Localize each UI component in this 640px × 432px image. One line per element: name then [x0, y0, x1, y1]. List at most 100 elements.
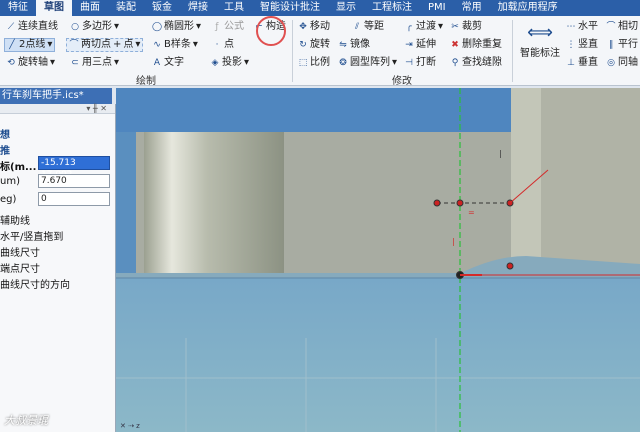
- perpendicular-button[interactable]: ⊥ 垂直: [566, 56, 598, 70]
- part-column-side: [541, 88, 640, 278]
- find-gap-button[interactable]: ⚲ 查找缝隙: [450, 56, 502, 70]
- three-point-button[interactable]: ⊂ 用三点 ▾: [70, 56, 119, 70]
- dimension-mark: =: [468, 208, 475, 217]
- formula-button[interactable]: ƒ 公式: [212, 20, 244, 34]
- tab-addins[interactable]: 加载应用程序: [490, 0, 566, 16]
- scissors-icon: ✂: [451, 22, 459, 32]
- document-tab[interactable]: 行车刹车把手.ics*: [0, 88, 112, 104]
- panel-pin-icons[interactable]: ▾ ╫ ✕: [0, 104, 115, 114]
- dimension-mark: |: [499, 149, 502, 158]
- move-button[interactable]: ✥ 移动: [298, 20, 330, 34]
- sketch-point[interactable]: [456, 199, 464, 207]
- text-button[interactable]: A 文字: [152, 56, 184, 70]
- option-hv-drag[interactable]: 水平/竖直拖到: [0, 228, 63, 243]
- rotate-axis-button[interactable]: ⟲ 旋转轴 ▾: [6, 56, 55, 70]
- break-icon: ⊣: [405, 58, 413, 68]
- three-point-icon: ⊂: [71, 58, 79, 68]
- panel-section-1: 想: [0, 130, 10, 141]
- chevron-down-icon: ▾: [47, 39, 53, 50]
- scale-button[interactable]: ⬚ 比例: [298, 56, 330, 70]
- parallel-button[interactable]: ∥ 平行: [606, 38, 638, 52]
- property-panel: ▾ ╫ ✕ 想 推 标(m... -15.713 17.002 um) 7.67…: [0, 104, 116, 432]
- delete-duplicate-button[interactable]: ✖ 删除重复: [450, 38, 502, 52]
- formula-icon: ƒ: [215, 22, 219, 32]
- chevron-down-icon: ▾: [192, 39, 198, 50]
- polyline-button[interactable]: ⟋ 连续直线: [6, 20, 58, 34]
- polygon-button[interactable]: ○ 多边形 ▾: [70, 20, 119, 34]
- coord-label: 标(m...: [0, 162, 37, 173]
- length-input[interactable]: 7.670: [38, 174, 110, 188]
- mirror-button[interactable]: ⇋ 镜像: [338, 38, 370, 52]
- tab-display[interactable]: 显示: [328, 0, 364, 16]
- coord-input[interactable]: -15.713 17.002: [38, 156, 110, 180]
- sketch-point[interactable]: [506, 262, 514, 270]
- tab-pmi[interactable]: PMI: [420, 0, 454, 16]
- point-icon: ·: [215, 40, 219, 50]
- mirror-icon: ⇋: [339, 40, 347, 50]
- two-point-line-button[interactable]: ╱ 2点线 ▾: [4, 38, 56, 52]
- point-button[interactable]: · 点: [212, 38, 234, 52]
- parallel-icon: ∥: [608, 40, 614, 50]
- tab-smart-annotation[interactable]: 智能设计批注: [252, 0, 328, 16]
- tangent-button[interactable]: ⌒ 相切: [606, 20, 638, 34]
- ribbon: ⟋ 连续直线 ○ 多边形 ▾ ◯ 椭圆形 ▾ ƒ 公式 ⌐ 构造 ╱ 2点线 ▾ ⌒ 两切点 + 点 ▾ …: [0, 16, 640, 87]
- tangent-point-button[interactable]: ⌒ 两切点 + 点 ▾: [66, 38, 144, 52]
- smart-dimension-button[interactable]: ⟺ 智能标注: [518, 22, 562, 78]
- ellipse-button[interactable]: ◯ 椭圆形 ▾: [152, 20, 201, 34]
- tab-assembly[interactable]: 装配: [108, 0, 144, 16]
- break-button[interactable]: ⊣ 打断: [404, 56, 436, 70]
- chevron-down-icon: ▾: [438, 21, 444, 32]
- option-curve-dim-direction[interactable]: 曲线尺寸的方向: [0, 276, 70, 291]
- chevron-down-icon: ▾: [50, 57, 56, 68]
- part-column: [511, 88, 541, 278]
- viewport-canvas[interactable]: = | | ✕ ⇢ z: [116, 88, 640, 432]
- part-lower-region: [116, 278, 640, 432]
- horizontal-button[interactable]: ⋯ 水平: [566, 20, 599, 34]
- project-icon: ◈: [211, 58, 219, 68]
- rotate-axis-icon: ⟲: [7, 58, 15, 68]
- fillet-button[interactable]: ╭ 过渡 ▾: [404, 20, 443, 34]
- coaxial-button[interactable]: ◎ 同轴: [606, 56, 638, 70]
- tab-drawing-annotation[interactable]: 工程标注: [364, 0, 420, 16]
- tab-feature[interactable]: 特征: [0, 0, 36, 16]
- tab-common[interactable]: 常用: [454, 0, 490, 16]
- extend-icon: ⇥: [405, 40, 413, 50]
- line-icon: ╱: [9, 40, 15, 50]
- tab-welding[interactable]: 焊接: [180, 0, 216, 16]
- tab-surface[interactable]: 曲面: [72, 0, 108, 16]
- rotate-button[interactable]: ↻ 旋转: [298, 38, 330, 52]
- perpendicular-icon: ⊥: [567, 58, 575, 68]
- option-curve-dimension[interactable]: 曲线尺寸: [0, 244, 40, 259]
- cad-viewport[interactable]: = | | ✕ ⇢ z: [116, 88, 640, 432]
- circular-array-icon: ❂: [339, 58, 347, 68]
- smart-dimension-icon: ⟺: [527, 22, 553, 43]
- angle-input[interactable]: 0: [38, 192, 110, 206]
- chevron-down-icon: ▾: [392, 57, 398, 68]
- horizontal-icon: ⋯: [566, 22, 576, 32]
- equidistant-button[interactable]: ⫽ 等距: [352, 20, 384, 34]
- circular-array-button[interactable]: ❂ 圆型阵列 ▾: [338, 56, 397, 70]
- rotate-icon: ↻: [299, 40, 307, 50]
- divider: [512, 20, 513, 82]
- bspline-button[interactable]: ∿ B样条 ▾: [152, 38, 198, 52]
- option-auxiliary-line[interactable]: 辅助线: [0, 212, 30, 227]
- vertical-button[interactable]: ⋮ 竖直: [566, 38, 599, 52]
- vertical-icon: ⋮: [566, 40, 576, 50]
- option-endpoint-dimension[interactable]: 端点尺寸: [0, 260, 40, 275]
- draw-group-label: 绘制: [136, 76, 156, 87]
- dimension-mark: |: [452, 237, 455, 246]
- tab-sheetmetal[interactable]: 钣金: [144, 0, 180, 16]
- chevron-down-icon: ▾: [196, 21, 202, 32]
- tab-tools[interactable]: 工具: [216, 0, 252, 16]
- polyline-icon: ⟋: [7, 22, 15, 32]
- angle-label: eg): [0, 194, 17, 205]
- offset-icon: ⫽: [354, 22, 359, 32]
- highlight-circle: [256, 16, 286, 46]
- project-button[interactable]: ◈ 投影 ▾: [210, 56, 250, 70]
- sketch-point[interactable]: [433, 199, 441, 207]
- extend-button[interactable]: ⇥ 延伸: [404, 38, 436, 52]
- length-label: um): [0, 176, 20, 187]
- tab-sketch[interactable]: 草图: [36, 0, 72, 16]
- delete-icon: ✖: [451, 40, 459, 50]
- trim-button[interactable]: ✂ 裁剪: [450, 20, 482, 34]
